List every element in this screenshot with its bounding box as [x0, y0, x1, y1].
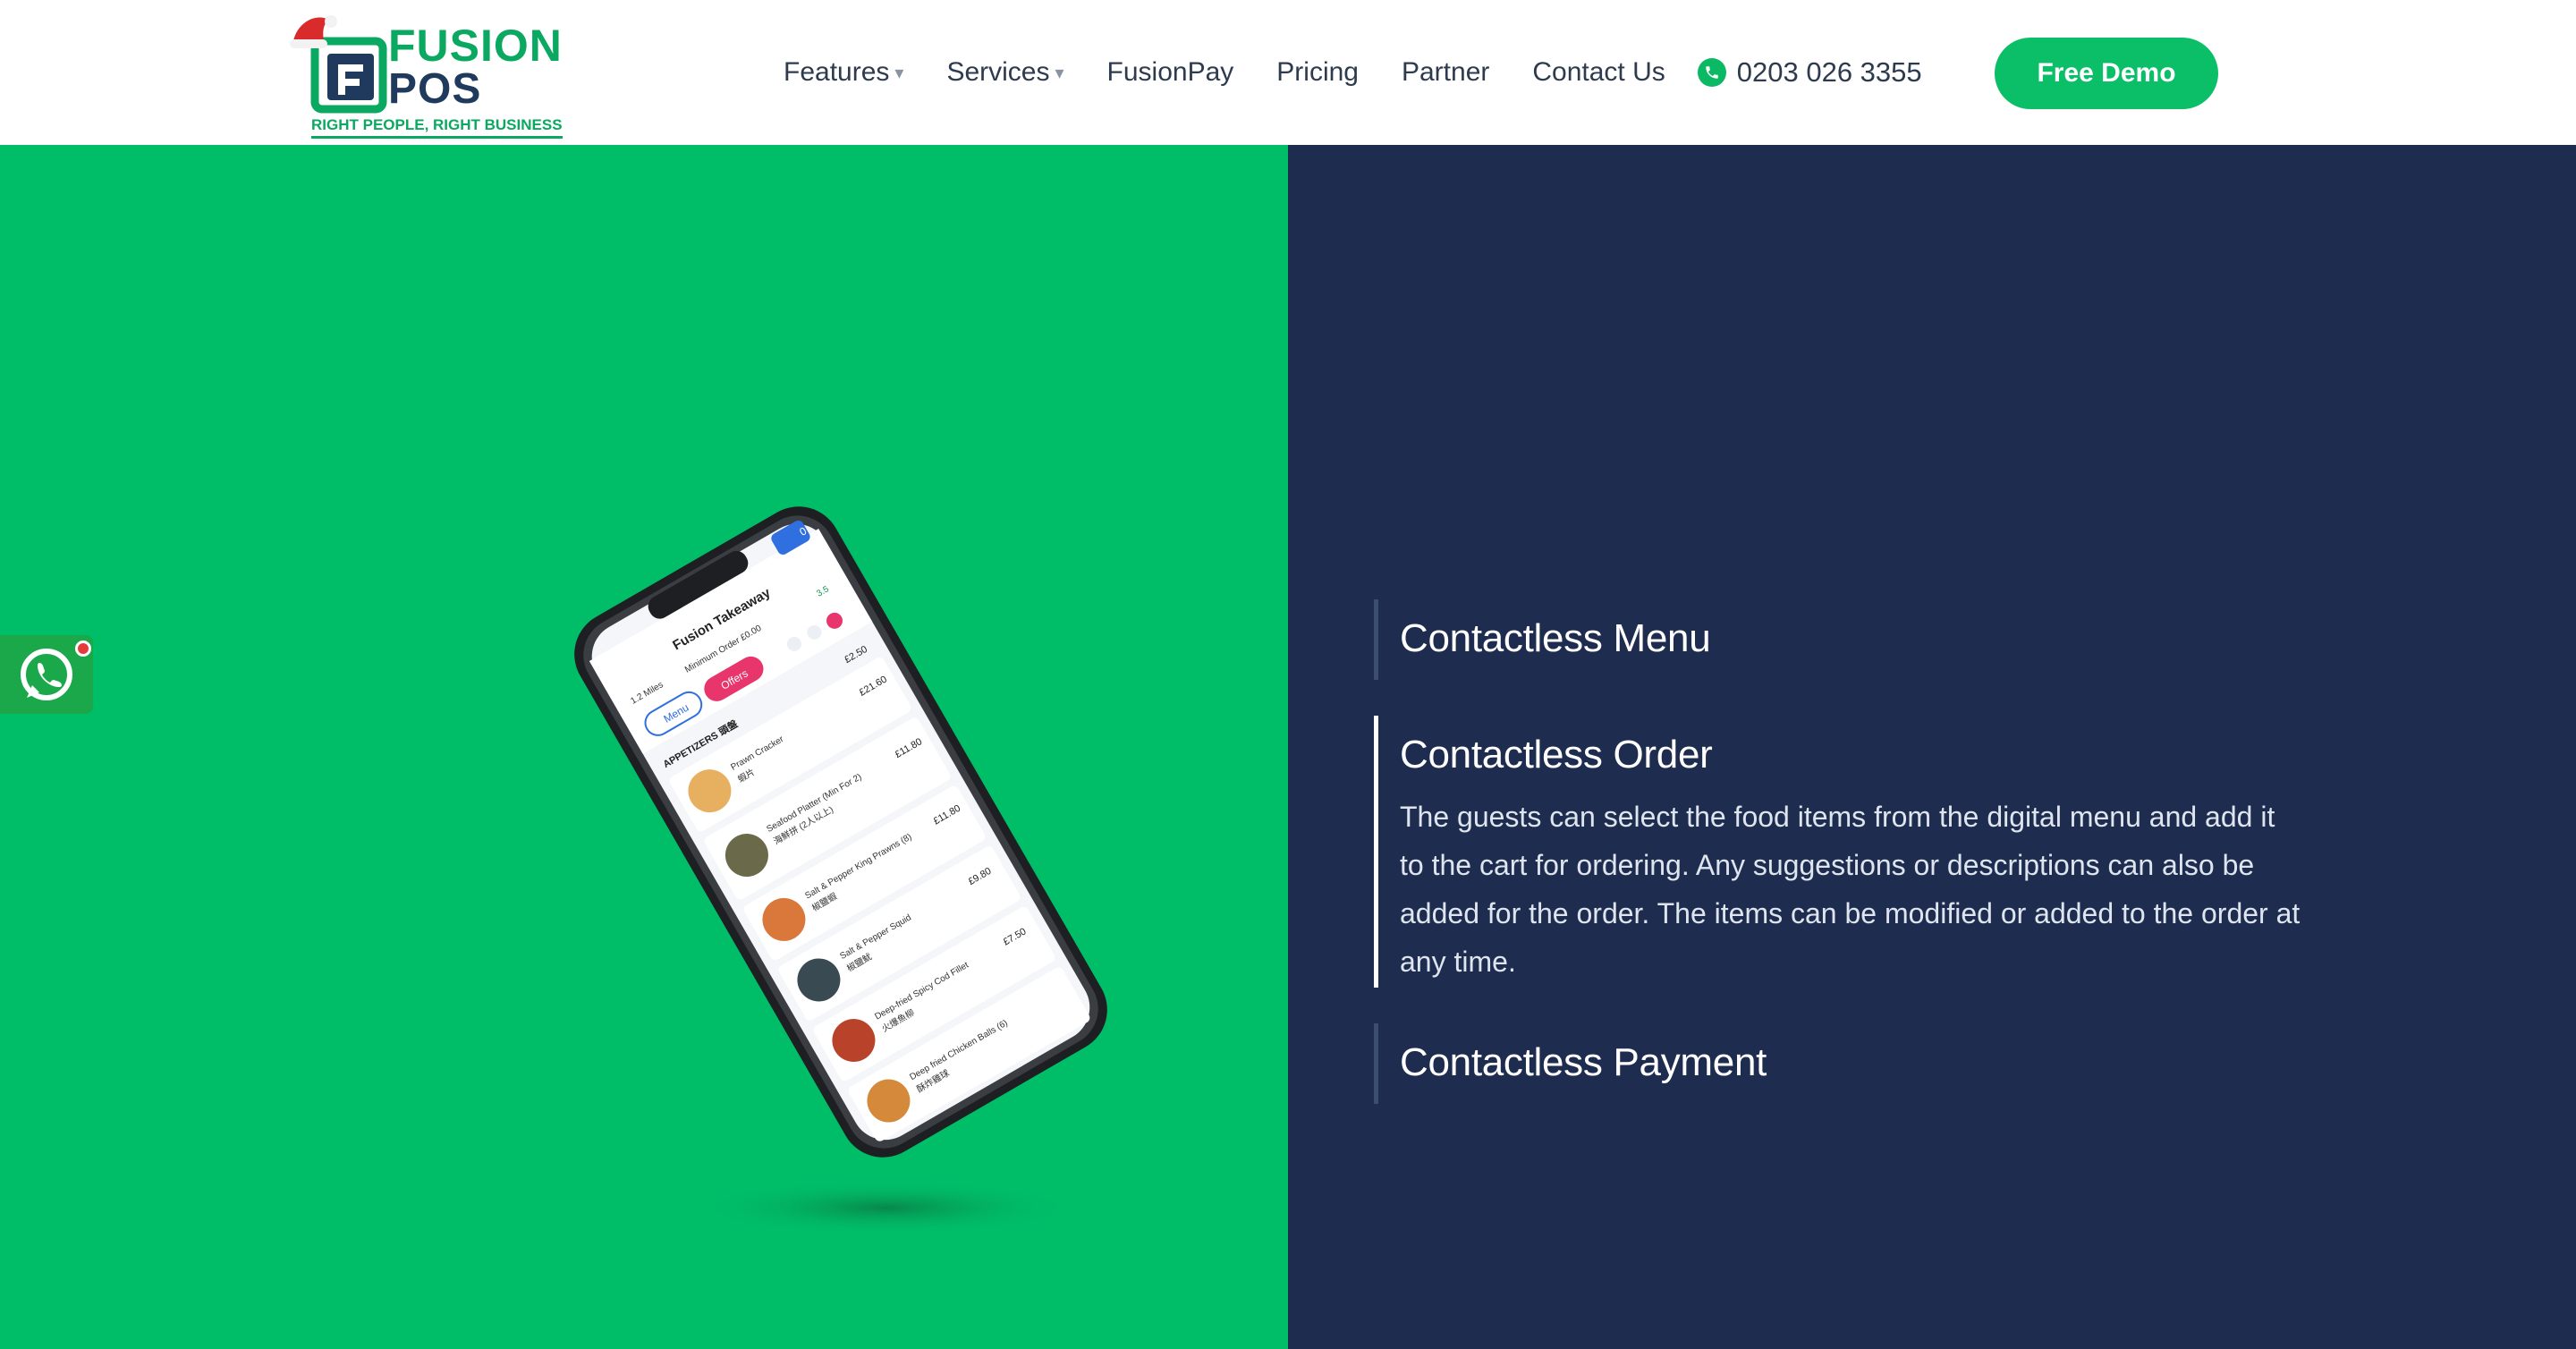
- whatsapp-chat-button[interactable]: [0, 635, 93, 714]
- feature-title: Contactless Payment: [1400, 1040, 1767, 1084]
- phone-icon: [1697, 58, 1726, 87]
- nav-item-contact-us[interactable]: Contact Us: [1532, 57, 1665, 88]
- logo-word-fusion: FUSION: [388, 21, 563, 71]
- phone-link[interactable]: 0203 026 3355: [1697, 56, 1922, 89]
- nav-item-features[interactable]: Features ▾: [784, 57, 903, 88]
- santa-hat-icon: [290, 15, 337, 48]
- fusion-pos-logo[interactable]: FUSION POS RIGHT PEOPLE, RIGHT BUSINESS: [288, 13, 565, 139]
- site-header: FUSION POS RIGHT PEOPLE, RIGHT BUSINESS …: [0, 0, 2576, 145]
- feature-contactless-order[interactable]: Contactless Order The guests can select …: [1374, 716, 2303, 988]
- logo-tagline: RIGHT PEOPLE, RIGHT BUSINESS: [311, 116, 563, 139]
- feature-contactless-payment[interactable]: Contactless Payment: [1374, 1023, 1767, 1104]
- notification-dot: [75, 641, 91, 657]
- nav-item-label: Services: [946, 57, 1050, 87]
- chevron-down-icon: ▾: [1055, 63, 1064, 83]
- feature-title: Contactless Menu: [1400, 616, 1711, 660]
- free-demo-button[interactable]: Free Demo: [1995, 38, 2218, 109]
- feature-description: The guests can select the food items fro…: [1400, 801, 2301, 978]
- phone-number: 0203 026 3355: [1736, 56, 1922, 88]
- nav-item-services[interactable]: Services ▾: [946, 57, 1063, 88]
- whatsapp-icon: [21, 649, 72, 700]
- chevron-down-icon: ▾: [894, 63, 904, 83]
- feature-title: Contactless Order: [1400, 733, 1713, 776]
- feature-contactless-menu[interactable]: Contactless Menu: [1374, 599, 1711, 680]
- nav-item-partner[interactable]: Partner: [1402, 57, 1489, 88]
- nav-item-label: Features: [784, 57, 890, 87]
- phone-shadow: [698, 1181, 1073, 1234]
- nav-item-pricing[interactable]: Pricing: [1276, 57, 1359, 88]
- nav-item-fusionpay[interactable]: FusionPay: [1107, 57, 1234, 88]
- main-nav: Features ▾ Services ▾ FusionPay Pricing …: [784, 50, 1922, 95]
- smartphone-mockup: 0 Fusion Takeaway 1.2 Miles Minimum Orde…: [574, 506, 1107, 1234]
- logo-word-pos: POS: [388, 65, 482, 113]
